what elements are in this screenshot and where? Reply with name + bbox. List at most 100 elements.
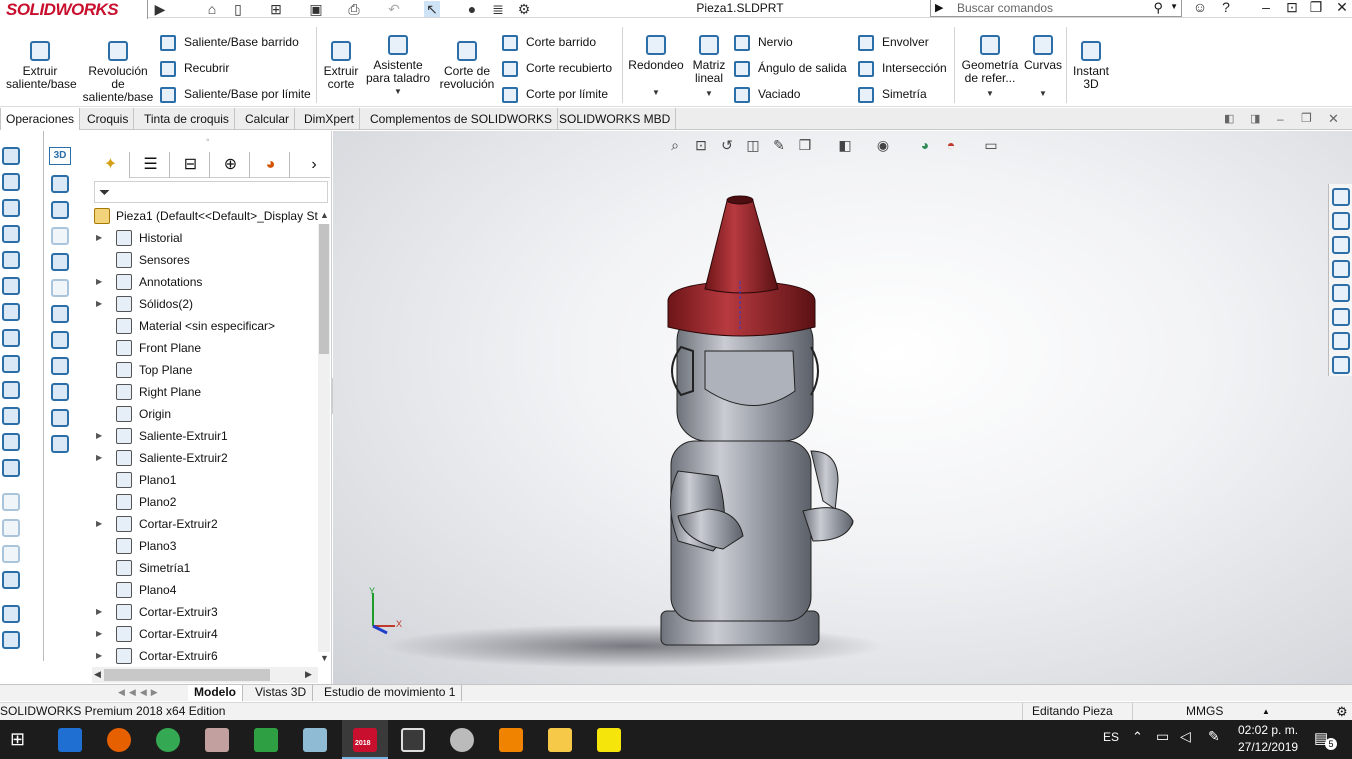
scroll-right-icon[interactable]: ▶ [305,669,312,680]
tree-item[interactable]: Top Plane [90,359,320,381]
tree-item[interactable]: Plano2 [90,491,320,513]
graphics-viewport[interactable]: Y X [333,131,1352,686]
tab-solidworks-mbd[interactable]: SOLIDWORKS MBD [554,108,677,130]
tree-item[interactable]: ▶ Annotations [90,271,320,293]
user-icon[interactable]: ☺ [1190,0,1210,16]
webcam-icon[interactable] [450,728,474,752]
camtasia-icon[interactable] [254,728,278,752]
boundary-boss-button[interactable]: Saliente/Base por límite [160,87,311,103]
expand-arrow-icon[interactable]: ▶ [96,645,102,667]
chevron-up-icon[interactable]: ▲ [1262,703,1270,720]
display-manager-tab-icon[interactable]: ◕ [252,152,290,178]
clock-time[interactable]: 02:02 p. m. [1238,723,1298,737]
network-icon[interactable]: ▭ [1156,728,1169,745]
draft-tool-icon[interactable] [2,407,20,425]
language-indicator[interactable]: ES [1103,730,1119,744]
rib-tool-icon[interactable] [2,381,20,399]
search-input[interactable]: Buscar comandos [957,1,1053,15]
chevron-down-icon[interactable]: ▼ [626,86,686,99]
plane-tool-icon[interactable] [2,303,20,321]
feature-tree-tab-icon[interactable]: ✦ [92,152,130,178]
loft-boss-button[interactable]: Recubrir [160,61,229,77]
tree-item[interactable]: Material <sin especificar> [90,315,320,337]
solidworks-forum-icon[interactable] [1332,332,1350,350]
scroll-left-icon[interactable]: ◀ [94,669,101,680]
view-orientation-icon[interactable]: ❒ [796,136,814,154]
tree-filter[interactable]: ⏷ [94,181,328,203]
loft-tool-icon[interactable] [2,225,20,243]
tab-calcular[interactable]: Calcular [240,108,296,130]
chevron-down-icon[interactable]: ▼ [364,85,432,98]
file-explorer-icon[interactable] [548,728,572,752]
tree-item[interactable]: ▶ Saliente-Extruir1 [90,425,320,447]
expand-arrow-icon[interactable]: ▶ [96,271,102,293]
tab-modelo[interactable]: Modelo [188,685,243,701]
units-selector[interactable]: MMGS [1186,703,1223,720]
restore-doc-icon[interactable]: ❐ [1301,111,1312,125]
solidworks-taskbar-button[interactable]: 2018 [342,720,388,759]
help-icon[interactable]: ? [1216,0,1236,16]
scroll-up-icon[interactable]: ▲ [320,210,329,220]
tree-item[interactable]: ▶ Saliente-Extruir2 [90,447,320,469]
hole-tool-icon[interactable] [2,329,20,347]
expand-arrow-icon[interactable]: ▶ [96,513,102,535]
app-icon[interactable] [205,728,229,752]
section-view-icon[interactable]: ◫ [744,136,762,154]
tree-root[interactable]: Pieza1 (Default<<Default>_Display St [90,205,320,227]
chevron-down-icon[interactable]: ▼ [1024,87,1062,100]
home-icon[interactable] [1332,188,1350,206]
design-library-icon[interactable] [1332,236,1350,254]
close-doc-icon[interactable]: ✕ [1328,111,1339,127]
tree-item[interactable]: ▶ Cortar-Extruir4 [90,623,320,645]
configuration-manager-tab-icon[interactable]: ⊟ [172,152,210,178]
rib-button[interactable]: Nervio [734,35,793,51]
tree-item[interactable]: Plano1 [90,469,320,491]
app-icon[interactable] [303,728,327,752]
tool-icon[interactable] [51,331,69,349]
tile-right-icon[interactable]: ◨ [1250,112,1260,125]
expand-arrow-icon[interactable]: ▶ [96,227,102,249]
custom-properties-icon[interactable] [1332,308,1350,326]
hide-show-items-icon[interactable]: ◉ [874,136,892,154]
tab-croquis[interactable]: Croquis [82,108,135,130]
apply-scene-icon[interactable]: ◓ [942,136,960,154]
expand-arrow-icon[interactable]: ▶ [96,447,102,469]
chevron-up-icon[interactable]: ⌃ [1132,729,1143,745]
zoom-to-area-icon[interactable]: ⊡ [692,136,710,154]
curves-button[interactable]: Curvas ▼ [1024,35,1062,100]
tree-item[interactable]: Right Plane [90,381,320,403]
tab-navigation-arrows[interactable]: ◀◀◀▶ [118,687,162,698]
fillet-button[interactable]: Redondeo ▼ [626,35,686,99]
revolve-cut-button[interactable]: Corte de revolución [436,41,498,91]
panel-grip-icon[interactable]: ◦ [206,135,210,146]
tree-item[interactable]: ▶ Historial [90,227,320,249]
tool-icon[interactable] [51,305,69,323]
tile-left-icon[interactable]: ◧ [1224,112,1234,125]
tool-icon[interactable] [51,383,69,401]
sweep-tool-icon[interactable] [2,199,20,217]
cut-tool-icon[interactable] [2,277,20,295]
tool-icon[interactable] [51,357,69,375]
pen-icon[interactable]: ✎ [1208,728,1220,745]
feature-tool-icon[interactable] [2,147,20,165]
expand-arrow-icon[interactable]: ▶ [96,601,102,623]
swept-cut-button[interactable]: Corte barrido [502,35,596,51]
tool-icon[interactable] [51,175,69,193]
chevron-down-icon[interactable]: ▼ [1170,2,1178,11]
chevron-right-icon[interactable]: › [302,152,326,178]
shell-button[interactable]: Vaciado [734,87,800,103]
cube-tool-icon[interactable] [2,571,20,589]
tree-item[interactable]: Plano4 [90,579,320,601]
minimize-doc-icon[interactable]: – [1277,112,1284,126]
tab-tinta-de-croquis[interactable]: Tinta de croquis [139,108,235,130]
dynamic-annotation-icon[interactable]: ✎ [770,136,788,154]
wrap-tool-icon[interactable] [2,433,20,451]
tree-item[interactable]: Sensores [90,249,320,271]
instant3d-button[interactable]: Instant 3D [1070,41,1112,91]
tree-scroll-thumb[interactable] [319,224,329,354]
comments-icon[interactable] [1332,356,1350,374]
tree-item[interactable]: ▶ Sólidos(2) [90,293,320,315]
sticky-notes-icon[interactable] [597,728,621,752]
boundary-tool-icon[interactable] [2,251,20,269]
intersect-button[interactable]: Intersección [858,61,947,77]
